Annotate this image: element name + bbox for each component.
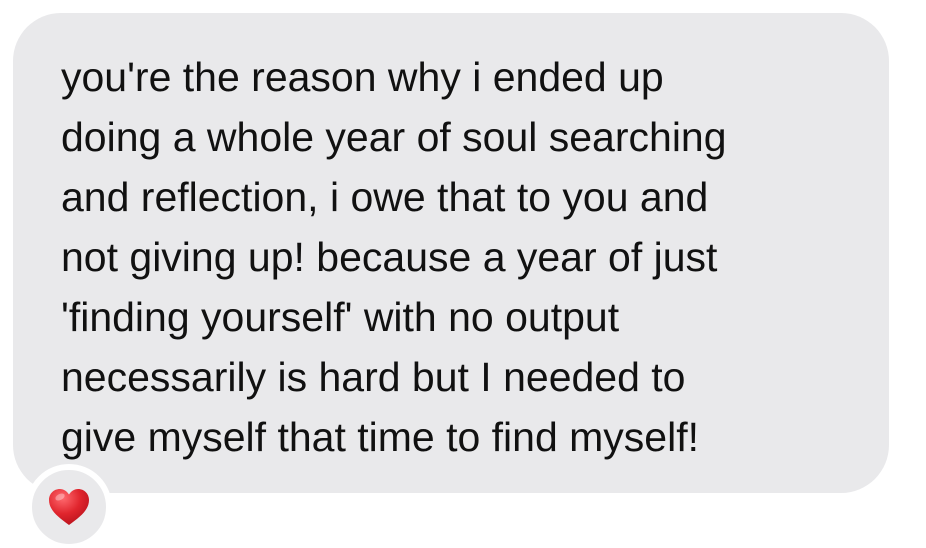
message-line: and reflection, i owe that to you and bbox=[61, 174, 709, 220]
message-line: give myself that time to find myself! bbox=[61, 414, 700, 460]
message-line: you're the reason why i ended up bbox=[61, 54, 664, 100]
message-line: 'finding yourself' with no output bbox=[61, 294, 620, 340]
message-view: you're the reason why i ended up doing a… bbox=[0, 0, 926, 548]
heart-icon bbox=[48, 488, 90, 526]
message-bubble[interactable]: you're the reason why i ended up doing a… bbox=[13, 13, 889, 493]
message-line: doing a whole year of soul searching bbox=[61, 114, 727, 160]
message-text: you're the reason why i ended up doing a… bbox=[61, 47, 891, 467]
message-line: necessarily is hard but I needed to bbox=[61, 354, 686, 400]
message-line: not giving up! because a year of just bbox=[61, 234, 718, 280]
reaction-badge[interactable] bbox=[26, 464, 112, 548]
